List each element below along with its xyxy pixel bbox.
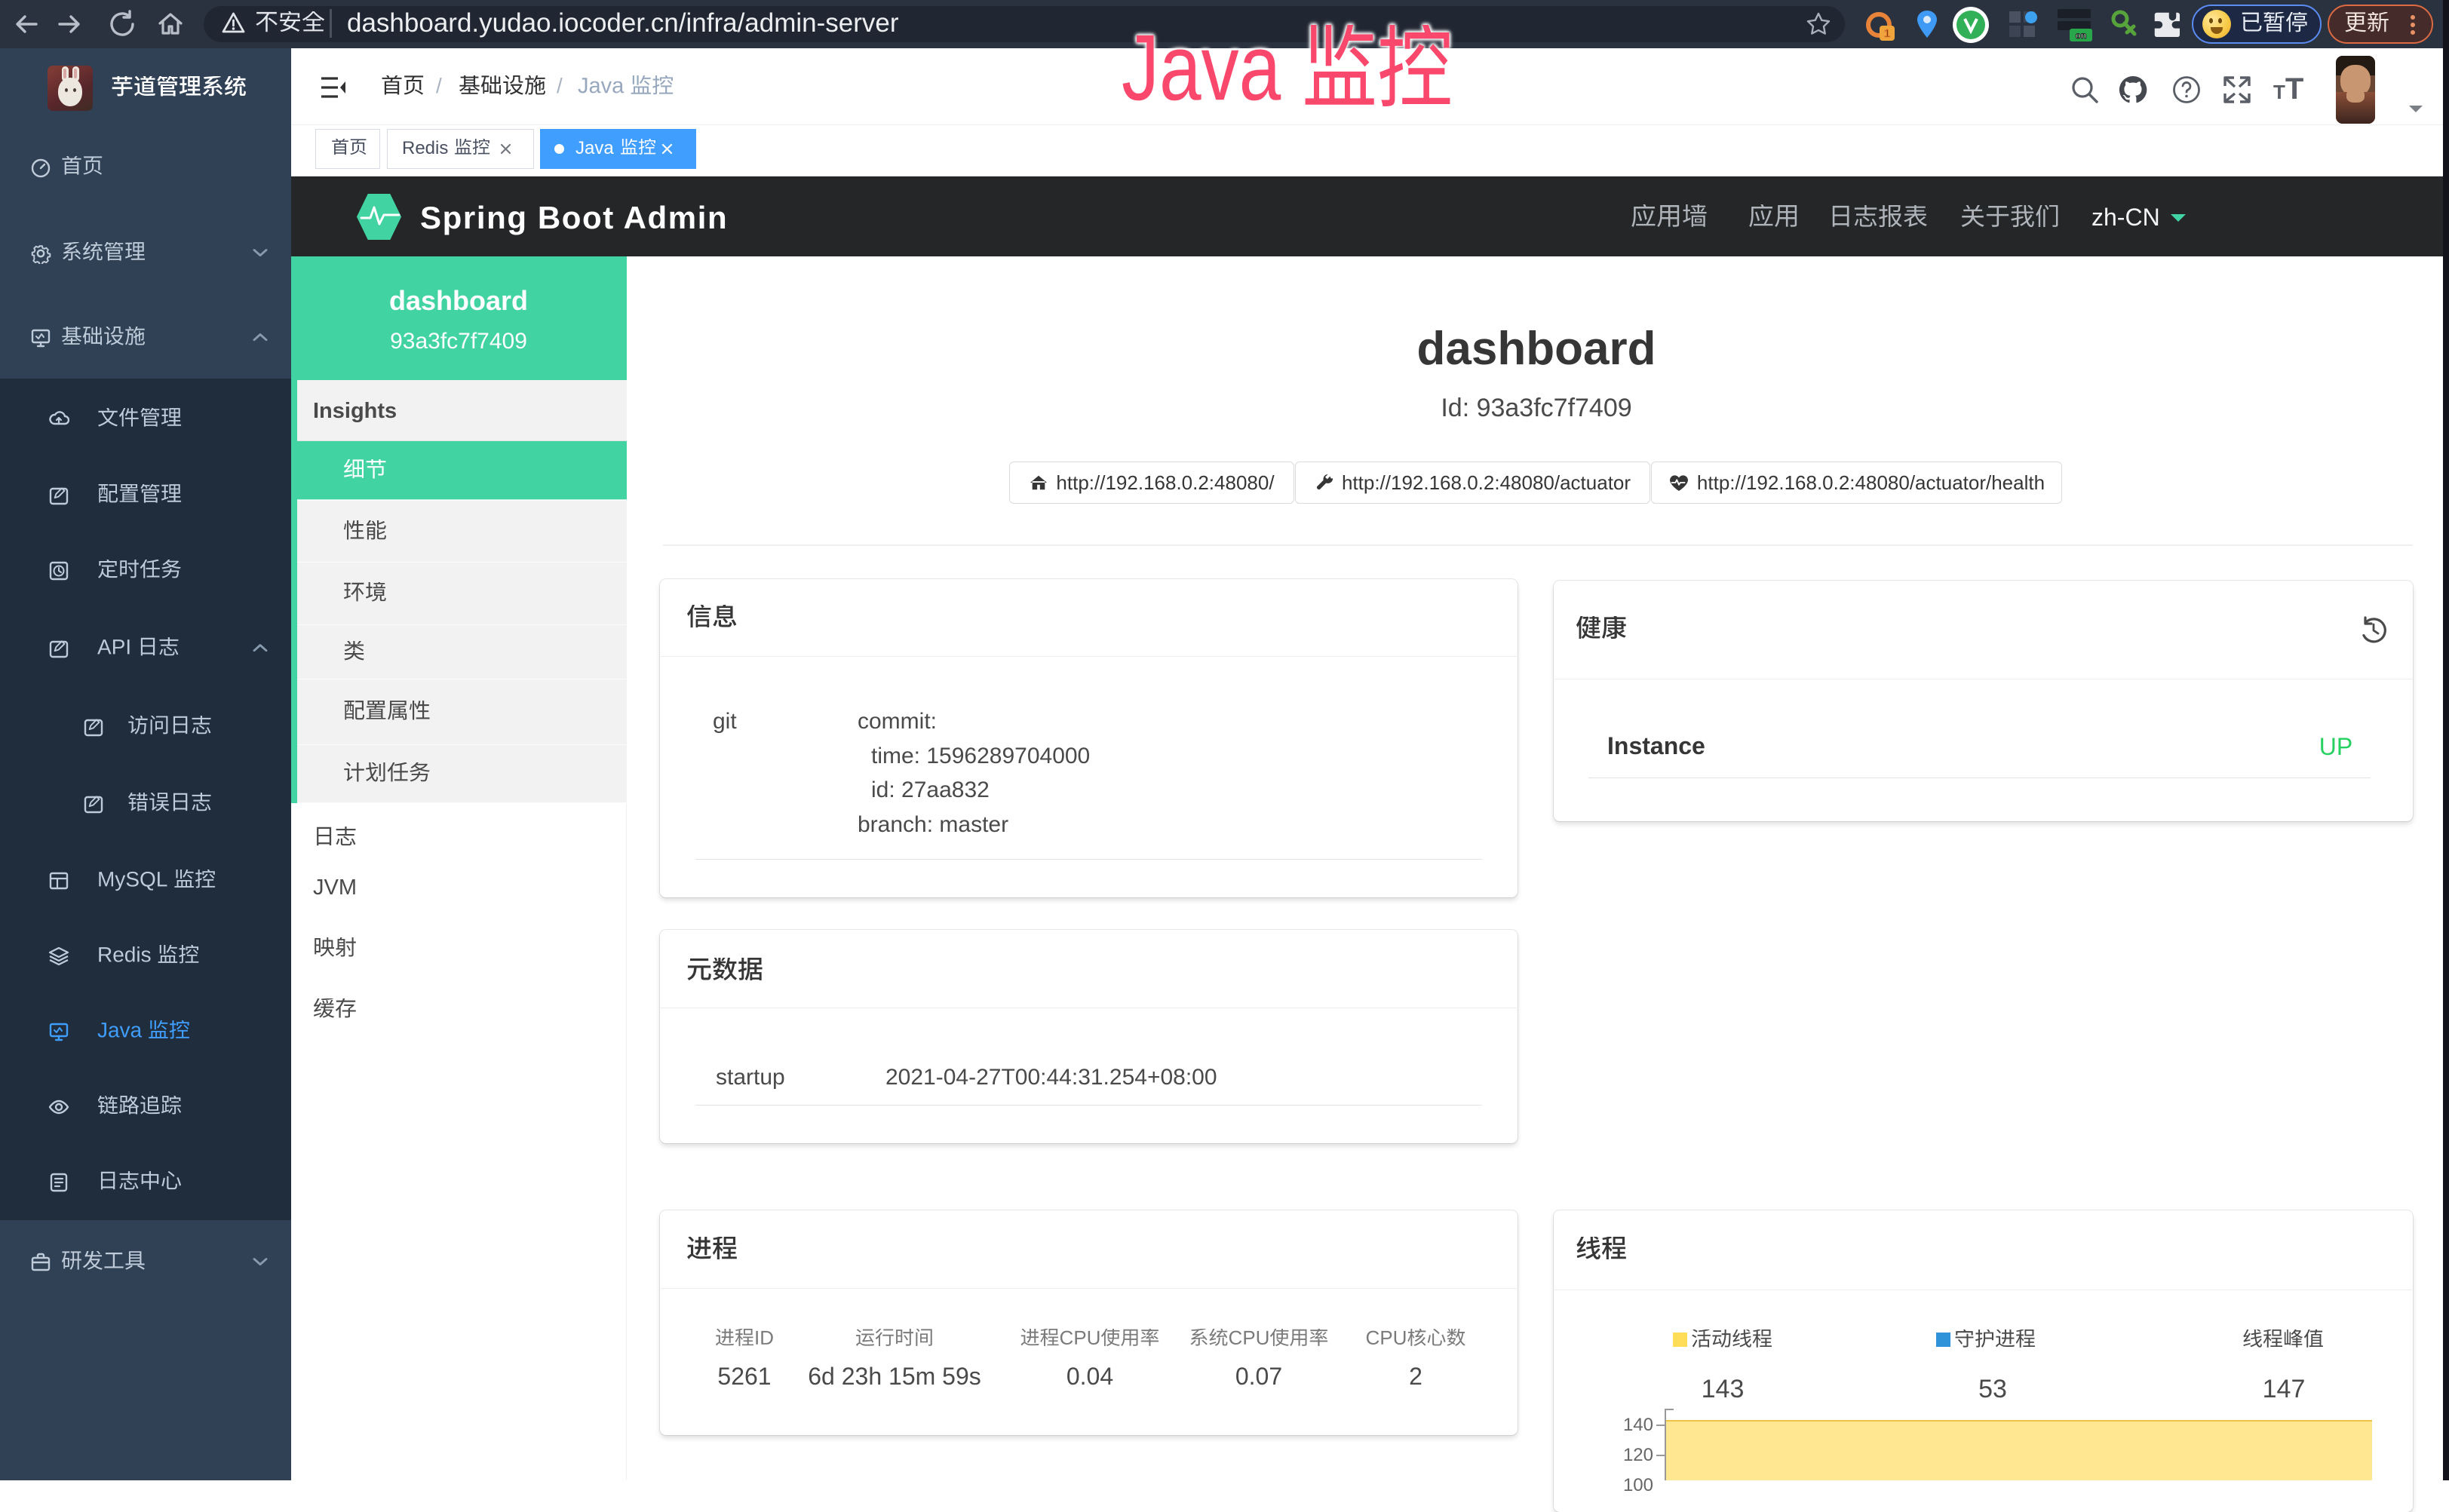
svg-text:1: 1 (1884, 27, 1890, 40)
svg-text:on: on (2076, 30, 2087, 41)
